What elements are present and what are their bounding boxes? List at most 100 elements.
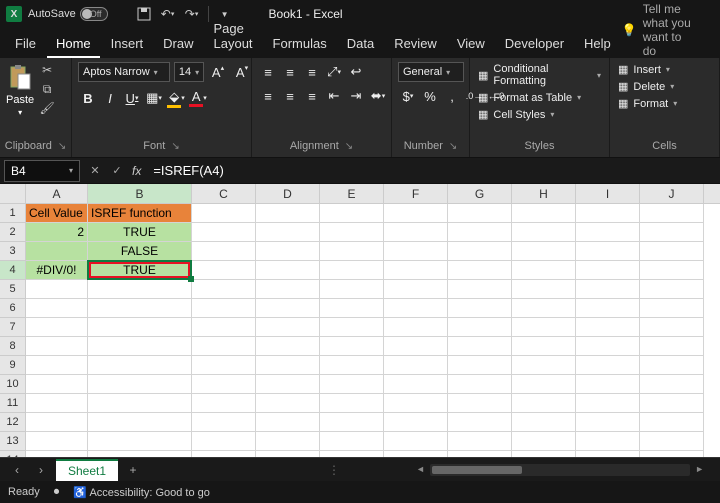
row-header[interactable]: 5 (0, 280, 26, 299)
increase-indent-icon[interactable]: ⇥ (346, 86, 366, 106)
cell[interactable] (384, 242, 448, 261)
cell[interactable] (192, 356, 256, 375)
cell[interactable] (384, 375, 448, 394)
cell[interactable] (640, 261, 704, 280)
font-name-select[interactable]: Aptos Narrow▾ (78, 62, 170, 82)
cell[interactable] (576, 318, 640, 337)
cell[interactable] (576, 280, 640, 299)
cell[interactable] (320, 261, 384, 280)
comma-icon[interactable]: , (442, 86, 462, 106)
cell[interactable] (320, 318, 384, 337)
cell[interactable] (192, 375, 256, 394)
cell[interactable] (448, 432, 512, 451)
cell[interactable] (256, 337, 320, 356)
chevron-down-icon[interactable]: ▾ (69, 166, 73, 175)
align-right-icon[interactable]: ≡ (302, 86, 322, 106)
tab-file[interactable]: File (6, 31, 45, 58)
cell[interactable] (512, 299, 576, 318)
cell[interactable] (640, 337, 704, 356)
cell[interactable] (88, 432, 192, 451)
cell[interactable] (512, 375, 576, 394)
cell[interactable] (576, 204, 640, 223)
cell[interactable] (384, 337, 448, 356)
cell[interactable] (448, 318, 512, 337)
cell[interactable] (192, 280, 256, 299)
insert-cells-button[interactable]: ▦Insert▾ (616, 62, 672, 77)
cell[interactable] (26, 394, 88, 413)
cell[interactable] (448, 394, 512, 413)
align-middle-icon[interactable]: ≡ (280, 62, 300, 82)
percent-icon[interactable]: % (420, 86, 440, 106)
cell[interactable] (320, 280, 384, 299)
tab-data[interactable]: Data (338, 31, 383, 58)
decrease-font-icon[interactable]: A▾ (232, 62, 252, 82)
fill-color-icon[interactable]: ⬙▾ (166, 88, 186, 108)
underline-button[interactable]: U▾ (122, 88, 142, 108)
cell[interactable] (256, 451, 320, 457)
col-header-g[interactable]: G (448, 184, 512, 203)
row-header[interactable]: 11 (0, 394, 26, 413)
cell[interactable] (512, 261, 576, 280)
cell[interactable] (26, 432, 88, 451)
cell[interactable] (640, 375, 704, 394)
cell[interactable] (576, 394, 640, 413)
merge-icon[interactable]: ⬌▾ (368, 86, 388, 106)
align-bottom-icon[interactable]: ≡ (302, 62, 322, 82)
cell[interactable] (256, 432, 320, 451)
cell[interactable] (256, 299, 320, 318)
format-cells-button[interactable]: ▦Format▾ (616, 96, 679, 111)
fx-icon[interactable]: fx (132, 164, 141, 178)
col-header-e[interactable]: E (320, 184, 384, 203)
col-header-c[interactable]: C (192, 184, 256, 203)
dialog-launcher-icon[interactable]: ↘ (171, 141, 179, 152)
cell[interactable] (320, 223, 384, 242)
cell[interactable] (88, 318, 192, 337)
number-format-select[interactable]: General▾ (398, 62, 464, 82)
col-header-b[interactable]: B (88, 184, 192, 203)
cell[interactable] (256, 413, 320, 432)
cell[interactable] (576, 299, 640, 318)
paste-label[interactable]: Paste (6, 94, 34, 106)
tab-draw[interactable]: Draw (154, 31, 202, 58)
cell[interactable] (384, 299, 448, 318)
cell[interactable] (512, 337, 576, 356)
cell[interactable] (256, 375, 320, 394)
name-box[interactable]: B4▾ (4, 160, 80, 182)
cell[interactable] (320, 451, 384, 457)
cell[interactable] (640, 299, 704, 318)
font-color-icon[interactable]: A▾ (188, 88, 208, 108)
format-as-table-button[interactable]: ▦Format as Table▾ (476, 90, 583, 105)
cell[interactable] (640, 204, 704, 223)
dialog-launcher-icon[interactable]: ↘ (345, 141, 353, 152)
row-header[interactable]: 8 (0, 337, 26, 356)
cell[interactable] (640, 280, 704, 299)
cell-b4[interactable]: TRUE (88, 261, 192, 280)
cell[interactable] (88, 451, 192, 457)
autosave-toggle[interactable]: AutoSave Off (28, 7, 124, 21)
cut-icon[interactable]: ✂ (38, 62, 56, 78)
align-center-icon[interactable]: ≡ (280, 86, 300, 106)
cell[interactable] (448, 242, 512, 261)
save-icon[interactable] (136, 6, 152, 22)
cell[interactable] (384, 223, 448, 242)
cell[interactable] (26, 413, 88, 432)
cell[interactable] (384, 318, 448, 337)
cell[interactable] (320, 394, 384, 413)
cell[interactable] (512, 451, 576, 457)
cell[interactable] (512, 318, 576, 337)
tab-developer[interactable]: Developer (496, 31, 573, 58)
cell[interactable] (640, 413, 704, 432)
cell[interactable] (256, 261, 320, 280)
col-header-a[interactable]: A (26, 184, 88, 203)
row-header[interactable]: 12 (0, 413, 26, 432)
cell[interactable] (256, 223, 320, 242)
decrease-indent-icon[interactable]: ⇤ (324, 86, 344, 106)
cell[interactable] (576, 261, 640, 280)
select-all-corner[interactable] (0, 184, 26, 203)
cell[interactable] (320, 413, 384, 432)
cell-styles-button[interactable]: ▦Cell Styles▾ (476, 107, 556, 122)
cell[interactable] (88, 299, 192, 318)
orientation-icon[interactable]: ⤢▾ (324, 62, 344, 82)
cell-a4[interactable]: #DIV/0! (26, 261, 88, 280)
cell[interactable] (192, 242, 256, 261)
